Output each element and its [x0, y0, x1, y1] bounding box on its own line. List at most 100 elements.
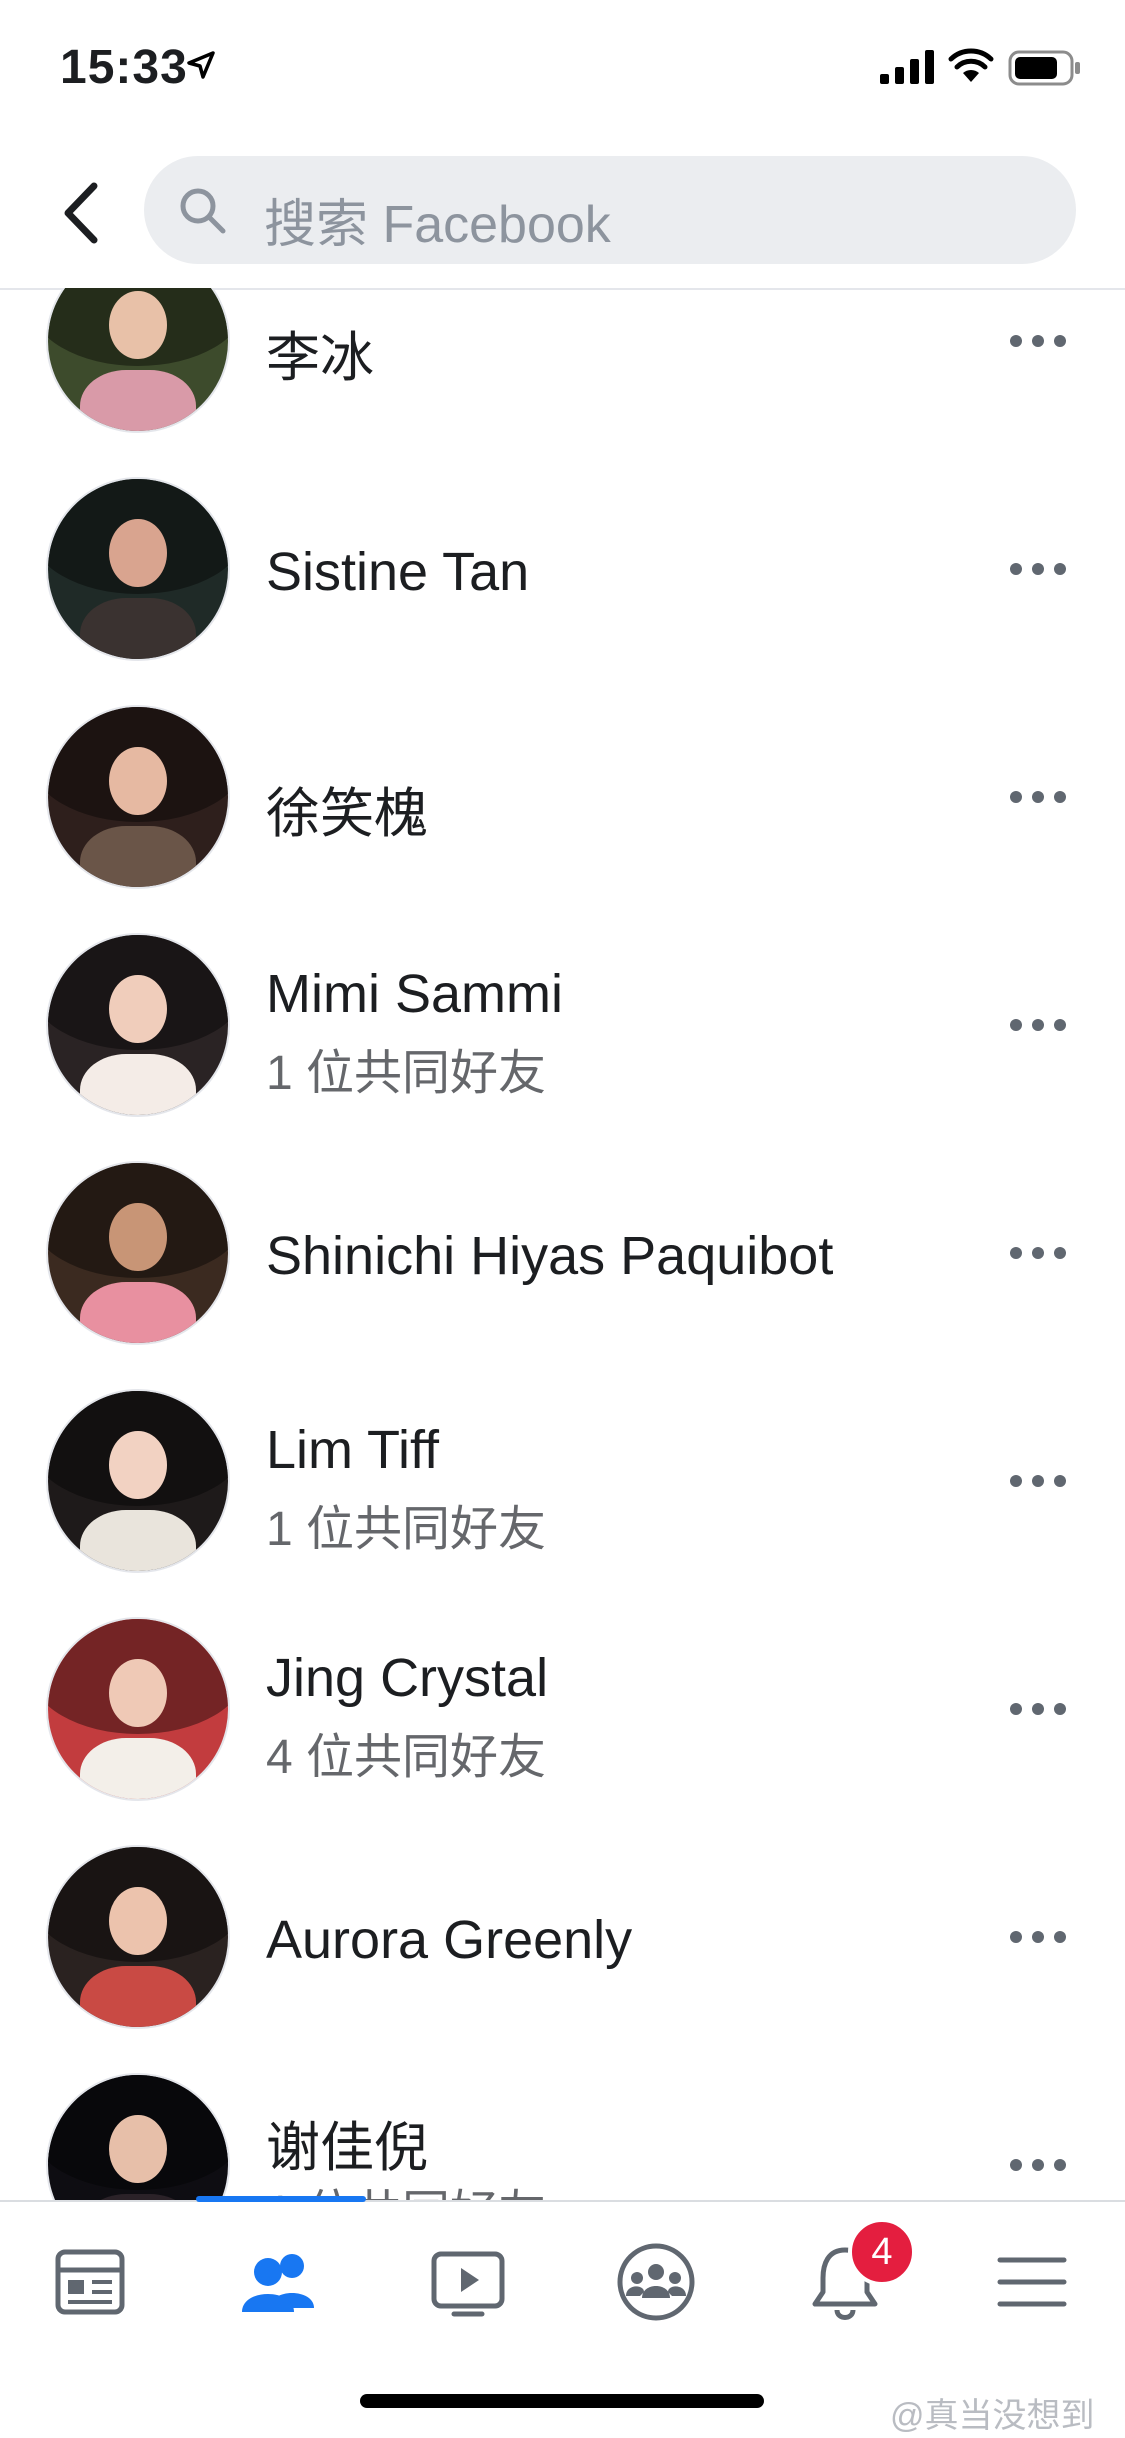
more-dot — [1032, 563, 1044, 575]
more-options-icon[interactable] — [1010, 553, 1070, 585]
friend-avatar[interactable] — [48, 1847, 228, 2027]
friend-name[interactable]: Mimi Sammi — [266, 963, 563, 1025]
more-options-icon[interactable] — [1010, 781, 1070, 813]
avatar-face — [109, 1658, 167, 1727]
friend-name[interactable]: Jing Crystal — [266, 1647, 548, 1709]
more-options-icon[interactable] — [1010, 325, 1070, 357]
friend-name[interactable]: Shinichi Hiyas Paquibot — [266, 1225, 833, 1287]
home-indicator[interactable] — [360, 2394, 764, 2408]
avatar-body — [80, 1509, 196, 1571]
more-options-icon[interactable] — [1010, 1693, 1070, 1725]
more-dot — [1010, 335, 1022, 347]
more-dot — [1054, 335, 1066, 347]
more-dot — [1032, 1475, 1044, 1487]
friends-tab-icon[interactable] — [230, 2232, 330, 2332]
groups-tab-icon[interactable] — [606, 2232, 706, 2332]
friend-avatar[interactable] — [48, 1619, 228, 1799]
watch-tab-icon[interactable] — [418, 2232, 518, 2332]
status-bar: 15:33 — [0, 0, 1125, 140]
friend-list: 李冰 Sistine Tan 徐笑槐 Mimi Sammi 1 位共同好友 Shinich… — [0, 288, 1125, 2200]
search-placeholder: 搜索 Facebook — [264, 196, 611, 254]
avatar-body — [80, 369, 196, 431]
more-dot — [1032, 335, 1044, 347]
more-dot — [1054, 1931, 1066, 1943]
back-arrow-icon[interactable] — [54, 180, 110, 246]
menu-hamburger-tab-icon[interactable] — [982, 2232, 1082, 2332]
friend-name[interactable]: Lim Tiff — [266, 1419, 439, 1481]
friend-row[interactable]: Aurora Greenly — [0, 1823, 1125, 2051]
more-dot — [1054, 1019, 1066, 1031]
avatar-face — [109, 974, 167, 1043]
friend-row[interactable]: 谢佳倪1 位共同好友 — [0, 2051, 1125, 2200]
friend-row[interactable]: 徐笑槐 — [0, 683, 1125, 911]
friend-name[interactable]: 徐笑槐 — [266, 769, 428, 848]
wifi-icon — [948, 48, 994, 82]
more-dot — [1032, 1931, 1044, 1943]
friend-row[interactable]: Lim Tiff 1 位共同好友 — [0, 1367, 1125, 1595]
friend-avatar[interactable] — [48, 707, 228, 887]
avatar-face — [109, 1430, 167, 1499]
more-options-icon[interactable] — [1010, 1465, 1070, 1497]
more-dot — [1054, 1703, 1066, 1715]
more-options-icon[interactable] — [1010, 1237, 1070, 1269]
search-icon — [180, 188, 226, 234]
more-dot — [1054, 2159, 1066, 2171]
more-dot — [1054, 1247, 1066, 1259]
avatar-body — [80, 1281, 196, 1343]
search-input[interactable]: 搜索 Facebook — [144, 156, 1076, 264]
more-options-icon[interactable] — [1010, 1921, 1070, 1953]
friend-avatar[interactable] — [48, 1163, 228, 1343]
avatar-face — [109, 2114, 167, 2183]
friend-row[interactable]: Jing Crystal 4 位共同好友 — [0, 1595, 1125, 1823]
mutual-friends-count: 1 位共同好友 — [266, 1047, 547, 1100]
more-dot — [1010, 1247, 1022, 1259]
avatar-body — [80, 1737, 196, 1799]
avatar-body — [80, 825, 196, 887]
friend-name[interactable]: 谢佳倪 — [266, 2103, 428, 2182]
friend-avatar[interactable] — [48, 288, 228, 431]
weibo-watermark: @真当没想到 — [890, 2397, 1095, 2435]
friend-avatar[interactable] — [48, 935, 228, 1115]
more-dot — [1010, 791, 1022, 803]
friend-avatar[interactable] — [48, 1391, 228, 1571]
avatar-face — [109, 1886, 167, 1955]
news-feed-tab-icon[interactable] — [40, 2232, 140, 2332]
more-options-icon[interactable] — [1010, 2149, 1070, 2181]
friend-row[interactable]: 李冰 — [0, 288, 1125, 455]
mutual-friends-count: 4 位共同好友 — [266, 1731, 547, 1784]
friend-name[interactable]: Aurora Greenly — [266, 1909, 632, 1971]
location-arrow-icon — [187, 51, 215, 79]
more-dot — [1032, 2159, 1044, 2171]
cellular-signal-icon — [880, 50, 934, 84]
more-dot — [1010, 2159, 1022, 2171]
friend-row[interactable]: Mimi Sammi 1 位共同好友 — [0, 911, 1125, 1139]
more-dot — [1010, 1019, 1022, 1031]
more-dot — [1032, 791, 1044, 803]
active-tab-indicator — [196, 2196, 366, 2202]
friend-avatar[interactable] — [48, 479, 228, 659]
avatar-body — [80, 1053, 196, 1115]
avatar-face — [109, 518, 167, 587]
more-dot — [1054, 791, 1066, 803]
more-dot — [1010, 1931, 1022, 1943]
friend-avatar[interactable] — [48, 2075, 228, 2200]
more-dot — [1010, 563, 1022, 575]
friend-row[interactable]: Sistine Tan — [0, 455, 1125, 683]
more-dot — [1032, 1703, 1044, 1715]
avatar-face — [109, 746, 167, 815]
more-dot — [1054, 1475, 1066, 1487]
avatar-body — [80, 1965, 196, 2027]
mutual-friends-count: 1 位共同好友 — [266, 1503, 547, 1556]
more-options-icon[interactable] — [1010, 1009, 1070, 1041]
more-dot — [1010, 1703, 1022, 1715]
friend-name[interactable]: 李冰 — [266, 313, 374, 392]
more-dot — [1010, 1475, 1022, 1487]
status-time: 15:33 — [60, 41, 188, 94]
notification-count-badge: 4 — [848, 2218, 916, 2286]
battery-icon — [1008, 50, 1080, 86]
more-dot — [1054, 563, 1066, 575]
avatar-face — [109, 290, 167, 359]
more-dot — [1032, 1019, 1044, 1031]
friend-name[interactable]: Sistine Tan — [266, 541, 529, 603]
friend-row[interactable]: Shinichi Hiyas Paquibot — [0, 1139, 1125, 1367]
